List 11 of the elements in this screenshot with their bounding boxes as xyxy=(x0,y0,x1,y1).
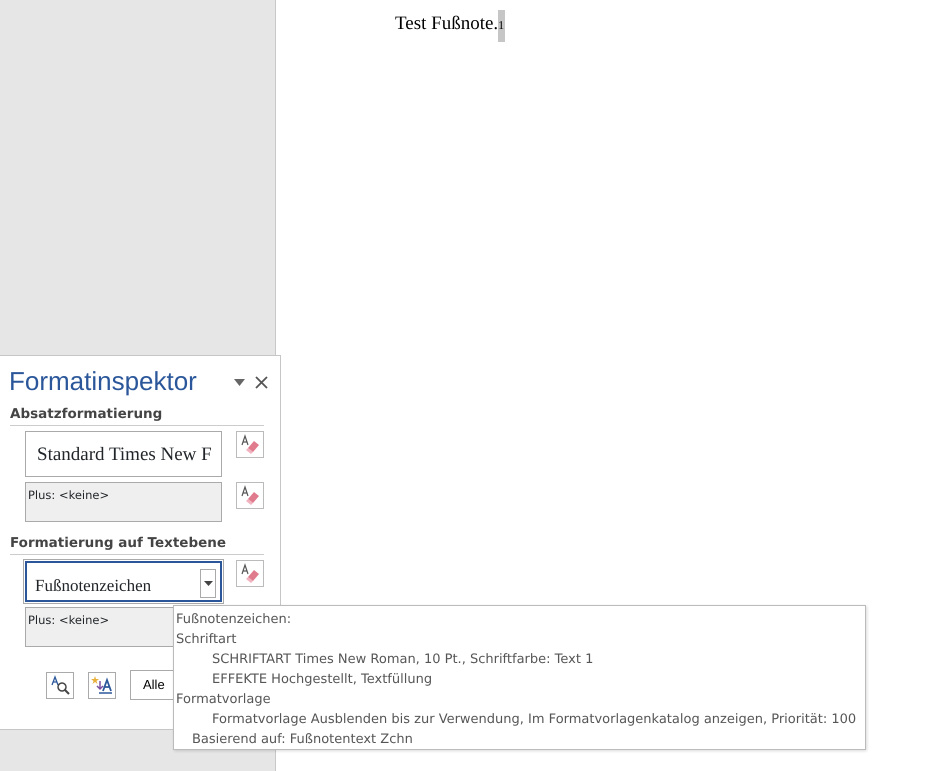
tooltip-line: Basierend auf: Fußnotentext Zchn xyxy=(192,732,413,747)
document-text: Test Fußnote. xyxy=(395,13,498,34)
tooltip-line: SCHRIFTART Times New Roman, 10 Pt., Schriftfarbe: Text 1 xyxy=(212,652,594,667)
tooltip-line: Formatvorlage xyxy=(176,692,271,707)
tooltip-line: EFFEKTE Hochgestellt, Textfüllung xyxy=(212,672,432,687)
section-heading: Formatierung auf Textebene xyxy=(10,533,264,556)
tooltip-line: Formatvorlage Ausblenden bis zur Verwendung, Im Formatvorlagenkatalog anzeigen, Priorität: 100 xyxy=(212,712,856,727)
panel-title: Formatinspektor xyxy=(9,366,197,398)
plus-field: Plus: <keine> xyxy=(25,482,222,522)
section-heading: Absatzformatierung xyxy=(10,404,264,426)
footnote-mark: 1 xyxy=(498,10,506,42)
